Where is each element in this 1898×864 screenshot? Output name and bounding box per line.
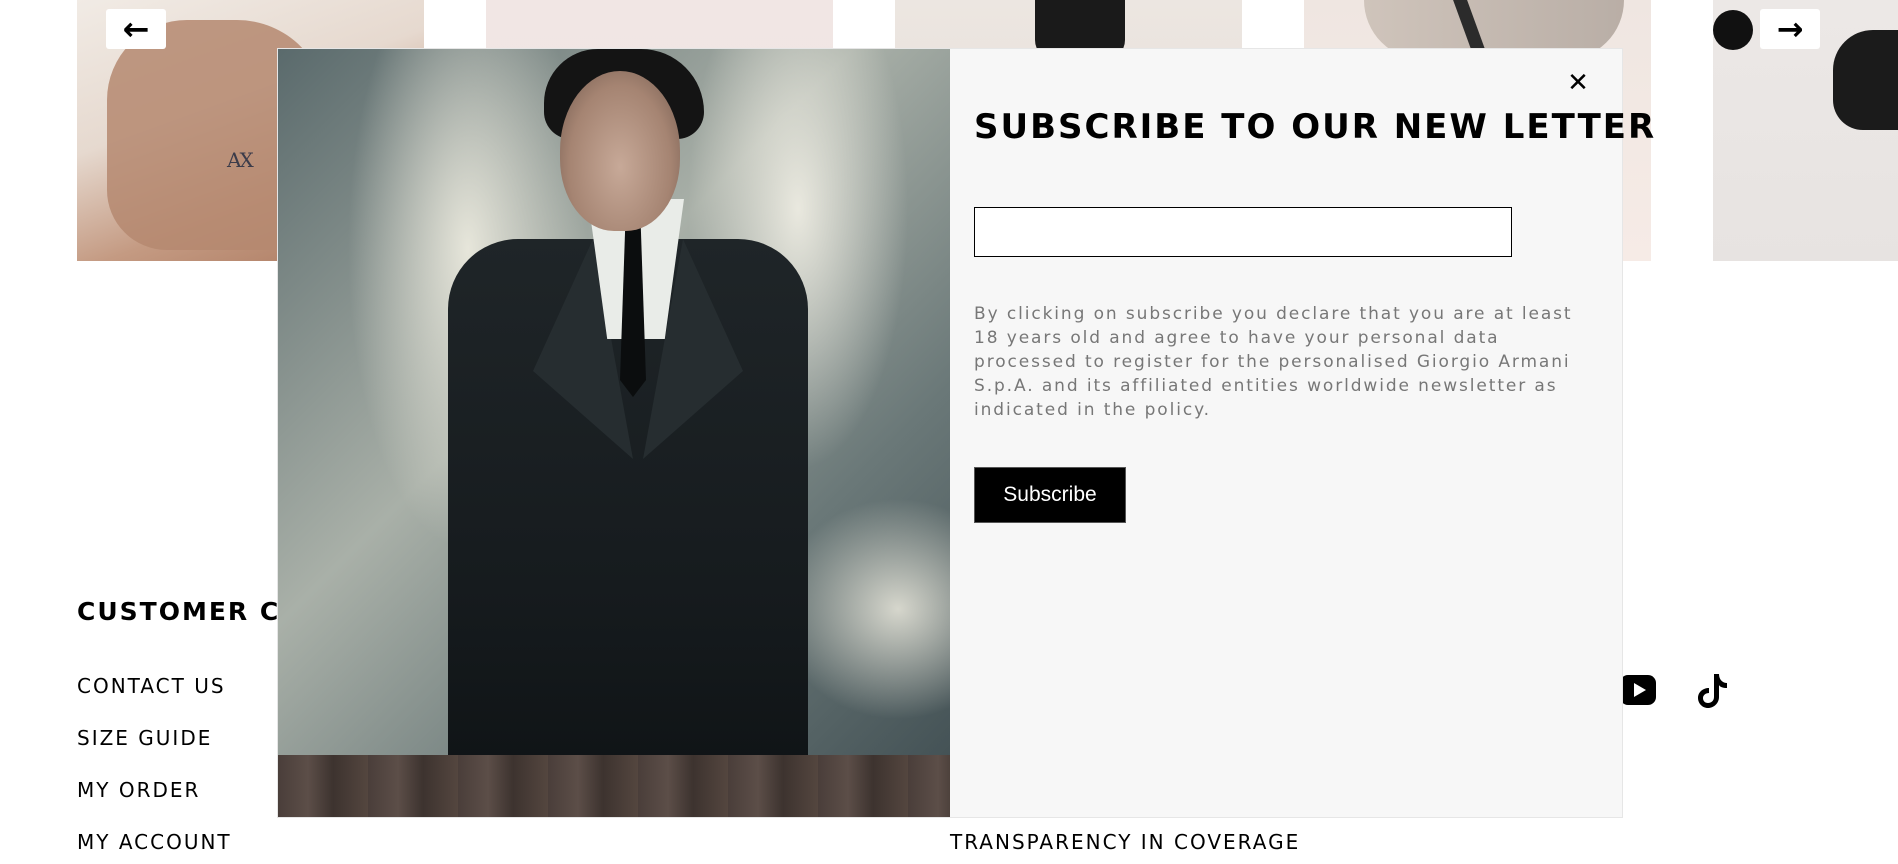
footer-link-my-account[interactable]: MY ACCOUNT xyxy=(77,830,232,854)
modal-hero-image xyxy=(278,49,950,817)
footer-link-contact-us[interactable]: CONTACT US xyxy=(77,674,226,698)
arrow-left-icon: ← xyxy=(122,10,150,48)
close-icon[interactable]: ✕ xyxy=(1564,69,1592,97)
modal-form-panel: ✕ SUBSCRIBE TO OUR NEW LETTER By clickin… xyxy=(950,49,1654,817)
footer-heading-customer-care: CUSTOMER CA xyxy=(77,597,302,626)
carousel-next-button[interactable]: → xyxy=(1760,9,1820,49)
youtube-icon[interactable] xyxy=(1620,675,1656,705)
footer-link-size-guide[interactable]: SIZE GUIDE xyxy=(77,726,212,750)
garment-shape xyxy=(1713,10,1753,50)
email-field[interactable] xyxy=(974,207,1512,257)
arm-shape xyxy=(1833,30,1898,130)
face-shape xyxy=(560,71,680,231)
floor-shape xyxy=(278,755,950,817)
carousel-prev-button[interactable]: ← xyxy=(106,9,166,49)
footer-link-my-order[interactable]: MY ORDER xyxy=(77,778,200,802)
arrow-right-icon: → xyxy=(1776,10,1804,48)
brand-logo: AX xyxy=(227,148,254,172)
consent-disclaimer: By clicking on subscribe you declare tha… xyxy=(974,304,1573,420)
tiktok-glyph xyxy=(1698,674,1727,708)
subscribe-button[interactable]: Subscribe xyxy=(974,467,1126,523)
modal-title: SUBSCRIBE TO OUR NEW LETTER xyxy=(974,107,1657,147)
tiktok-icon[interactable] xyxy=(1694,670,1730,710)
footer-link-transparency-in-coverage[interactable]: TRANSPARENCY IN COVERAGE xyxy=(950,830,1300,854)
newsletter-modal: ✕ SUBSCRIBE TO OUR NEW LETTER By clickin… xyxy=(278,49,1654,817)
